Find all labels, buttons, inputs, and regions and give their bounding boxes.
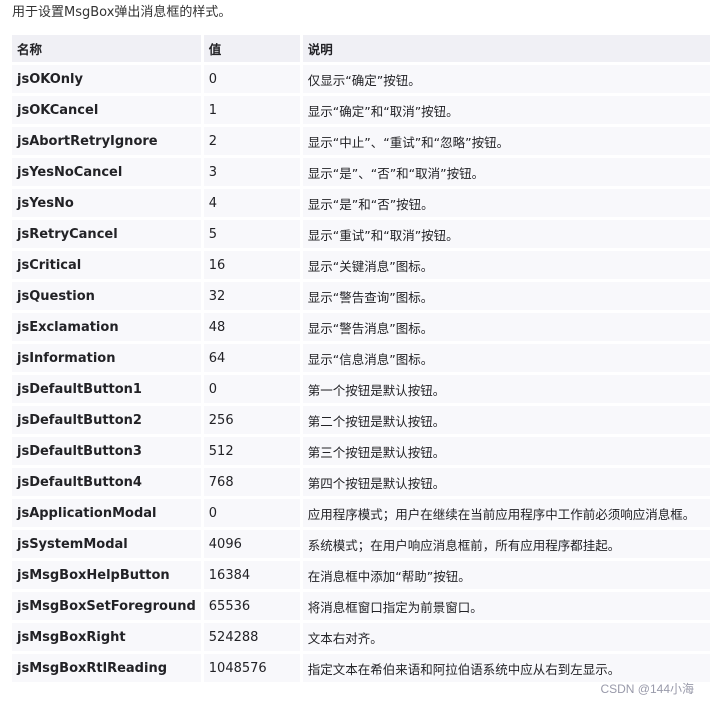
cell-value: 65536 (200, 589, 300, 620)
cell-description: 显示“是”和“否”按钮。 (299, 186, 710, 217)
table-row: jsMsgBoxHelpButton 16384 在消息框中添加“帮助”按钮。 (12, 558, 710, 589)
cell-name: jsMsgBoxRight (12, 620, 201, 651)
cell-description: 仅显示“确定”按钮。 (299, 62, 710, 93)
cell-name: jsMsgBoxRtlReading (12, 651, 201, 682)
cell-description: 显示“是”、“否”和“取消”按钮。 (299, 155, 710, 186)
cell-description: 应用程序模式；用户在继续在当前应用程序中工作前必须响应消息框。 (299, 496, 710, 527)
cell-value: 48 (200, 310, 300, 341)
cell-name: jsYesNo (12, 186, 201, 217)
table-row: jsExclamation 48 显示“警告消息”图标。 (12, 310, 710, 341)
table-row: jsDefaultButton2 256 第二个按钮是默认按钮。 (12, 403, 710, 434)
table-row: jsRetryCancel 5 显示“重试”和“取消”按钮。 (12, 217, 710, 248)
cell-value: 0 (200, 372, 300, 403)
cell-value: 512 (200, 434, 300, 465)
cell-description: 第三个按钮是默认按钮。 (299, 434, 710, 465)
table-row: jsSystemModal 4096 系统模式；在用户响应消息框前，所有应用程序… (12, 527, 710, 558)
cell-name: jsExclamation (12, 310, 201, 341)
table-row: jsDefaultButton1 0 第一个按钮是默认按钮。 (12, 372, 710, 403)
table-row: jsOKCancel 1 显示“确定”和“取消”按钮。 (12, 93, 710, 124)
cell-name: jsApplicationModal (12, 496, 201, 527)
cell-description: 显示“中止”、“重试”和“忽略”按钮。 (299, 124, 710, 155)
header-name: 名称 (12, 35, 201, 62)
table-row: jsAbortRetryIgnore 2 显示“中止”、“重试”和“忽略”按钮。 (12, 124, 710, 155)
header-value: 值 (200, 35, 300, 62)
cell-name: jsSystemModal (12, 527, 201, 558)
cell-description: 第一个按钮是默认按钮。 (299, 372, 710, 403)
cell-value: 4 (200, 186, 300, 217)
cell-value: 16384 (200, 558, 300, 589)
cell-description: 第四个按钮是默认按钮。 (299, 465, 710, 496)
table-row: jsMsgBoxRight 524288 文本右对齐。 (12, 620, 710, 651)
cell-value: 2 (200, 124, 300, 155)
cell-description: 系统模式；在用户响应消息框前，所有应用程序都挂起。 (299, 527, 710, 558)
cell-name: jsAbortRetryIgnore (12, 124, 201, 155)
cell-value: 64 (200, 341, 300, 372)
table-row: jsYesNoCancel 3 显示“是”、“否”和“取消”按钮。 (12, 155, 710, 186)
cell-name: jsQuestion (12, 279, 201, 310)
table-row: jsOKOnly 0 仅显示“确定”按钮。 (12, 62, 710, 93)
cell-name: jsMsgBoxHelpButton (12, 558, 201, 589)
table-header-row: 名称 值 说明 (12, 35, 710, 62)
msgbox-style-table: 名称 值 说明 jsOKOnly 0 仅显示“确定”按钮。 jsOKCancel… (12, 35, 710, 682)
cell-value: 5 (200, 217, 300, 248)
table-row: jsApplicationModal 0 应用程序模式；用户在继续在当前应用程序… (12, 496, 710, 527)
table-row: jsMsgBoxSetForeground 65536 将消息框窗口指定为前景窗… (12, 589, 710, 620)
cell-name: jsDefaultButton1 (12, 372, 201, 403)
cell-name: jsYesNoCancel (12, 155, 201, 186)
table-row: jsCritical 16 显示“关键消息”图标。 (12, 248, 710, 279)
cell-name: jsDefaultButton4 (12, 465, 201, 496)
table-row: jsDefaultButton3 512 第三个按钮是默认按钮。 (12, 434, 710, 465)
cell-name: jsMsgBoxSetForeground (12, 589, 201, 620)
cell-value: 0 (200, 62, 300, 93)
cell-description: 在消息框中添加“帮助”按钮。 (299, 558, 710, 589)
cell-name: jsDefaultButton3 (12, 434, 201, 465)
cell-value: 256 (200, 403, 300, 434)
header-description: 说明 (299, 35, 710, 62)
intro-text: 用于设置MsgBox弹出消息框的样式。 (12, 5, 232, 20)
watermark-text: CSDN @144小海 (600, 682, 694, 696)
table-row: jsYesNo 4 显示“是”和“否”按钮。 (12, 186, 710, 217)
cell-name: jsRetryCancel (12, 217, 201, 248)
table-row: jsQuestion 32 显示“警告查询”图标。 (12, 279, 710, 310)
cell-description: 显示“关键消息”图标。 (299, 248, 710, 279)
cell-name: jsCritical (12, 248, 201, 279)
cell-name: jsDefaultButton2 (12, 403, 201, 434)
cell-description: 第二个按钮是默认按钮。 (299, 403, 710, 434)
cell-description: 显示“警告查询”图标。 (299, 279, 710, 310)
cell-description: 将消息框窗口指定为前景窗口。 (299, 589, 710, 620)
cell-value: 1 (200, 93, 300, 124)
table-row: jsInformation 64 显示“信息消息”图标。 (12, 341, 710, 372)
cell-name: jsOKOnly (12, 62, 201, 93)
cell-value: 16 (200, 248, 300, 279)
cell-value: 1048576 (200, 651, 300, 682)
cell-description: 显示“重试”和“取消”按钮。 (299, 217, 710, 248)
cell-description: 显示“信息消息”图标。 (299, 341, 710, 372)
cell-name: jsOKCancel (12, 93, 201, 124)
cell-description: 显示“警告消息”图标。 (299, 310, 710, 341)
cell-value: 524288 (200, 620, 300, 651)
cell-value: 3 (200, 155, 300, 186)
table-row: jsMsgBoxRtlReading 1048576 指定文本在希伯来语和阿拉伯… (12, 651, 710, 682)
cell-value: 4096 (200, 527, 300, 558)
cell-description: 显示“确定”和“取消”按钮。 (299, 93, 710, 124)
cell-description: 文本右对齐。 (299, 620, 710, 651)
table-row: jsDefaultButton4 768 第四个按钮是默认按钮。 (12, 465, 710, 496)
cell-value: 768 (200, 465, 300, 496)
cell-name: jsInformation (12, 341, 201, 372)
cell-description: 指定文本在希伯来语和阿拉伯语系统中应从右到左显示。 (299, 651, 710, 682)
cell-value: 32 (200, 279, 300, 310)
cell-value: 0 (200, 496, 300, 527)
